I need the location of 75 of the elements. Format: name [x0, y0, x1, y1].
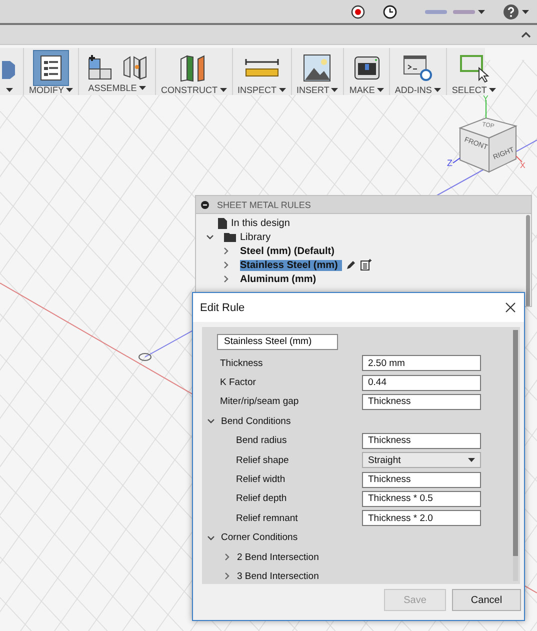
field-label: Miter/rip/seam gap — [220, 396, 299, 408]
list-icon[interactable] — [360, 259, 372, 271]
dialog-title: Edit Rule — [200, 302, 245, 314]
value-field[interactable]: Thickness * 0.5 — [362, 490, 481, 507]
origin-icon — [138, 353, 152, 361]
panel-title: SHEET METAL RULES — [217, 200, 311, 210]
toolbar-group[interactable]: ADD-INS — [388, 48, 446, 95]
caret-icon — [278, 88, 286, 92]
caret-icon — [331, 88, 338, 92]
toolbar-group[interactable]: MAKE — [343, 48, 389, 95]
value-field[interactable]: 0.44 — [362, 374, 481, 391]
value-field[interactable]: Thickness — [362, 432, 481, 449]
caret-icon — [220, 88, 226, 92]
folder-icon — [224, 232, 236, 242]
caret-icon — [376, 88, 384, 92]
image-icon[interactable] — [302, 53, 332, 83]
clock-icon[interactable] — [383, 4, 397, 18]
value-field[interactable]: Thickness * 2.0 — [362, 510, 481, 526]
caret-icon — [488, 88, 496, 92]
script-gear-icon[interactable] — [402, 53, 434, 83]
help-icon[interactable] — [503, 4, 519, 20]
name-field[interactable]: Stainless Steel (mm) — [217, 334, 338, 350]
value-field[interactable]: 2.50 mm — [362, 355, 481, 372]
tree-item[interactable]: Steel (mm) (Default) — [240, 246, 334, 256]
toolbar-group[interactable]: INSERT — [290, 48, 344, 95]
scrollbar-thumb[interactable] — [513, 330, 518, 556]
toolbar-group[interactable]: MODIFY — [23, 48, 78, 95]
tree-item[interactable]: Library — [240, 232, 271, 242]
caret-icon — [138, 86, 146, 90]
collapse-icon[interactable] — [521, 31, 531, 38]
chevron-icon[interactable] — [207, 534, 215, 542]
chevron-icon[interactable] — [222, 261, 230, 269]
components-icon[interactable] — [86, 53, 114, 81]
chevron-icon[interactable] — [222, 247, 230, 255]
dropdown[interactable]: Straight — [362, 452, 481, 468]
tree-item[interactable]: Stainless Steel (mm) — [240, 260, 342, 270]
pencil-icon[interactable] — [346, 260, 356, 270]
field-label: Relief shape — [236, 454, 289, 466]
toolbar-group[interactable]: INSPECT — [232, 48, 291, 95]
dialog-button[interactable]: Cancel — [452, 589, 521, 611]
field-label: Relief remnant — [236, 512, 298, 524]
field-label: Bend radius — [236, 435, 287, 446]
field-label: K Factor — [220, 377, 256, 388]
tree-item[interactable]: In this design — [231, 218, 290, 228]
section-header[interactable]: 2 Bend Intersection — [237, 552, 319, 563]
section-header[interactable]: Corner Conditions — [221, 532, 298, 544]
axis-label: Z — [447, 158, 452, 168]
value-field[interactable]: Thickness — [362, 472, 481, 488]
chevron-icon[interactable] — [207, 417, 215, 426]
caret-icon — [6, 88, 12, 92]
section-header[interactable]: 3 Bend Intersection — [237, 570, 319, 582]
caret-icon — [478, 10, 485, 14]
toolbar-group[interactable]: ASSEMBLE — [78, 48, 155, 95]
selection-cursor-icon[interactable] — [458, 53, 490, 83]
axis-label: X — [520, 161, 526, 170]
chevron-icon[interactable] — [223, 572, 231, 580]
chevron-icon[interactable] — [223, 553, 231, 562]
field-label: Thickness — [220, 358, 263, 369]
tree-item[interactable]: Aluminum (mm) — [240, 274, 316, 284]
chevron-icon[interactable] — [222, 275, 230, 283]
toolbar-group[interactable]: CONSTRUCT — [155, 48, 232, 95]
close-icon[interactable] — [505, 302, 516, 313]
chevron-icon[interactable] — [206, 233, 214, 241]
caret-icon — [66, 88, 73, 92]
field-label: Relief width — [236, 474, 286, 486]
collapse-icon[interactable] — [201, 200, 209, 208]
toolbar-group[interactable]: SELECT — [446, 48, 501, 95]
caret-icon — [522, 10, 529, 14]
record-icon[interactable] — [351, 4, 365, 18]
section-header[interactable]: Bend Conditions — [221, 416, 291, 427]
document-icon — [218, 218, 227, 228]
value-field[interactable]: Thickness — [362, 394, 481, 410]
field-label: Relief depth — [236, 493, 287, 504]
caret-icon — [468, 458, 475, 462]
caret-icon — [434, 88, 441, 92]
